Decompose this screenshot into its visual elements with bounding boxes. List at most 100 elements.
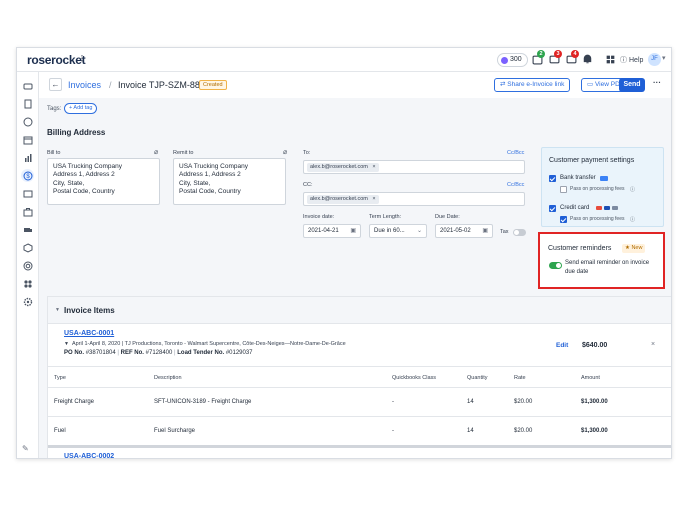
breadcrumb-invoices-link[interactable]: Invoices: [68, 80, 101, 90]
add-tag-button[interactable]: + Add tag: [64, 103, 98, 114]
bill-to-address[interactable]: USA Trucking Company Address 1, Address …: [47, 158, 160, 205]
info-icon[interactable]: ⓘ: [630, 216, 635, 223]
bill-to-label: Bill to: [47, 150, 61, 156]
cc-bcc-link[interactable]: Cc/Bcc: [507, 150, 524, 156]
due-date-label: Due Date:: [435, 214, 460, 220]
load-link[interactable]: USA-ABC-0002: [64, 453, 114, 458]
email-reminder-toggle[interactable]: [549, 262, 562, 269]
cc-input[interactable]: alex.b@roserocket.com ×: [303, 192, 525, 206]
cc-bcc-link[interactable]: Cc/Bcc: [507, 182, 524, 188]
mastercard-icon: [596, 206, 602, 210]
truck-icon: [23, 83, 32, 89]
grid-icon[interactable]: [605, 54, 616, 65]
tax-label: Tax: [500, 229, 509, 235]
close-icon[interactable]: ×: [651, 341, 655, 348]
logo: roserocket: [27, 53, 86, 67]
cc-label: CC:: [303, 182, 313, 188]
close-icon[interactable]: ×: [372, 196, 375, 202]
calendar-icon: ▣: [350, 228, 356, 234]
more-options-icon[interactable]: ···: [653, 78, 661, 87]
briefcase-icon: [23, 207, 32, 216]
due-date-input[interactable]: 2021-05-02 ▣: [435, 224, 493, 238]
bank-transfer-checkbox[interactable]: [549, 175, 556, 182]
box-icon: [23, 242, 32, 253]
sidebar: $: [17, 72, 39, 458]
divider: [48, 366, 671, 367]
credit-card-checkbox[interactable]: [549, 205, 556, 212]
sidebar-item-network[interactable]: [22, 116, 33, 127]
invoice-date-label: Invoice date:: [303, 214, 335, 220]
info-icon[interactable]: ⓘ: [630, 186, 635, 193]
truck-side-icon: [23, 227, 32, 232]
sidebar-item-invoices[interactable]: $: [21, 169, 34, 182]
calendar-icon: [23, 136, 32, 144]
sidebar-item-dashboard[interactable]: [22, 80, 33, 91]
top-bar: roserocket ⠇ 300 2 3 4 ⓘ Help JF ▾: [17, 48, 671, 72]
chevron-down-icon: ⌄: [416, 228, 422, 234]
sidebar-item-support[interactable]: [22, 260, 33, 271]
email-chip: alex.b@roserocket.com ×: [307, 163, 379, 172]
chevron-down-icon[interactable]: ▾: [662, 54, 666, 62]
gear-icon: [23, 297, 32, 306]
back-button[interactable]: ←: [49, 78, 62, 91]
feedback-icon[interactable]: ✎: [22, 444, 29, 453]
customer-reminders-title: Customer reminders: [548, 245, 612, 252]
app-switcher-icon[interactable]: ⠇: [80, 54, 87, 65]
invoice-items-header[interactable]: ▼ Invoice Items: [48, 297, 671, 324]
to-input[interactable]: alex.b@roserocket.com ×: [303, 160, 525, 174]
sidebar-item-integrations[interactable]: [22, 278, 33, 289]
column-header-class: Quickbooks Class: [392, 375, 437, 381]
billing-address-title: Billing Address: [47, 128, 106, 137]
email-reminder-label: Send email reminder on invoice due date: [565, 260, 650, 275]
email-chip: alex.b@roserocket.com ×: [307, 195, 379, 204]
help-icon: ⓘ: [620, 57, 627, 64]
page-header: ← Invoices / Invoice TJP-SZM-88 Created …: [39, 72, 671, 98]
chevron-down-icon[interactable]: ▼: [55, 307, 60, 313]
app-window: roserocket ⠇ 300 2 3 4 ⓘ Help JF ▾ $ ← I…: [16, 47, 672, 459]
payment-settings-panel: Customer payment settings Bank transfer …: [541, 147, 664, 227]
attachment-icon[interactable]: ⌀: [283, 148, 287, 156]
card-pass-fees-label: Pass on processing fees: [570, 216, 625, 222]
tax-toggle[interactable]: [513, 229, 526, 236]
sidebar-item-settings[interactable]: [22, 296, 33, 307]
invoice-date-input[interactable]: 2021-04-21 ▣: [303, 224, 361, 238]
sidebar-item-orders[interactable]: [22, 98, 33, 109]
sidebar-item-packages[interactable]: [22, 242, 33, 253]
column-header-description: Description: [154, 375, 182, 381]
edit-load-button[interactable]: Edit: [556, 342, 568, 349]
messages-badge: 3: [554, 50, 562, 58]
puzzle-icon: [23, 279, 32, 288]
send-button[interactable]: Send: [619, 78, 645, 92]
payment-settings-title: Customer payment settings: [549, 157, 635, 164]
column-header-amount: Amount: [581, 375, 600, 381]
points-value: 300: [510, 56, 522, 63]
load-link[interactable]: USA-ABC-0001: [64, 330, 114, 337]
sidebar-item-fleet[interactable]: [22, 224, 33, 235]
attachment-icon[interactable]: ⌀: [154, 148, 158, 156]
avatar[interactable]: JF: [648, 53, 661, 66]
points-pill[interactable]: 300: [497, 53, 528, 67]
bell-icon[interactable]: [582, 54, 593, 65]
sidebar-item-media[interactable]: [22, 188, 33, 199]
card-pass-fees-checkbox[interactable]: [560, 216, 567, 223]
term-length-select[interactable]: Due in 60... ⌄: [369, 224, 427, 238]
chevron-down-icon[interactable]: ▼: [64, 341, 69, 347]
load-references: PO No. #38701804 | REF No. #7128400 | Lo…: [64, 350, 253, 356]
bank-pass-fees-checkbox[interactable]: [560, 186, 567, 193]
invoice-items-title: Invoice Items: [64, 306, 115, 315]
page-title: Invoice TJP-SZM-88: [118, 80, 200, 90]
remit-to-address[interactable]: USA Trucking Company Address 1, Address …: [173, 158, 286, 205]
help-button[interactable]: ⓘ Help: [620, 55, 643, 65]
load-total: $640.00: [582, 342, 608, 349]
sidebar-item-calendar[interactable]: [22, 134, 33, 145]
sidebar-item-briefcase[interactable]: [22, 206, 33, 217]
sidebar-item-reports[interactable]: [22, 152, 33, 163]
to-label: To:: [303, 150, 311, 156]
image-icon: [23, 190, 32, 197]
share-einvoice-button[interactable]: ⇄ Share e-Invoice link: [494, 78, 571, 92]
bank-pass-fees-label: Pass on processing fees: [570, 186, 625, 192]
close-icon[interactable]: ×: [372, 164, 375, 170]
invoice-items-section: ▼ Invoice Items USA-ABC-0001 ▼ April 1-Ap…: [47, 296, 671, 458]
calendar-icon: ▣: [482, 228, 488, 234]
column-header-type: Type: [54, 375, 66, 381]
